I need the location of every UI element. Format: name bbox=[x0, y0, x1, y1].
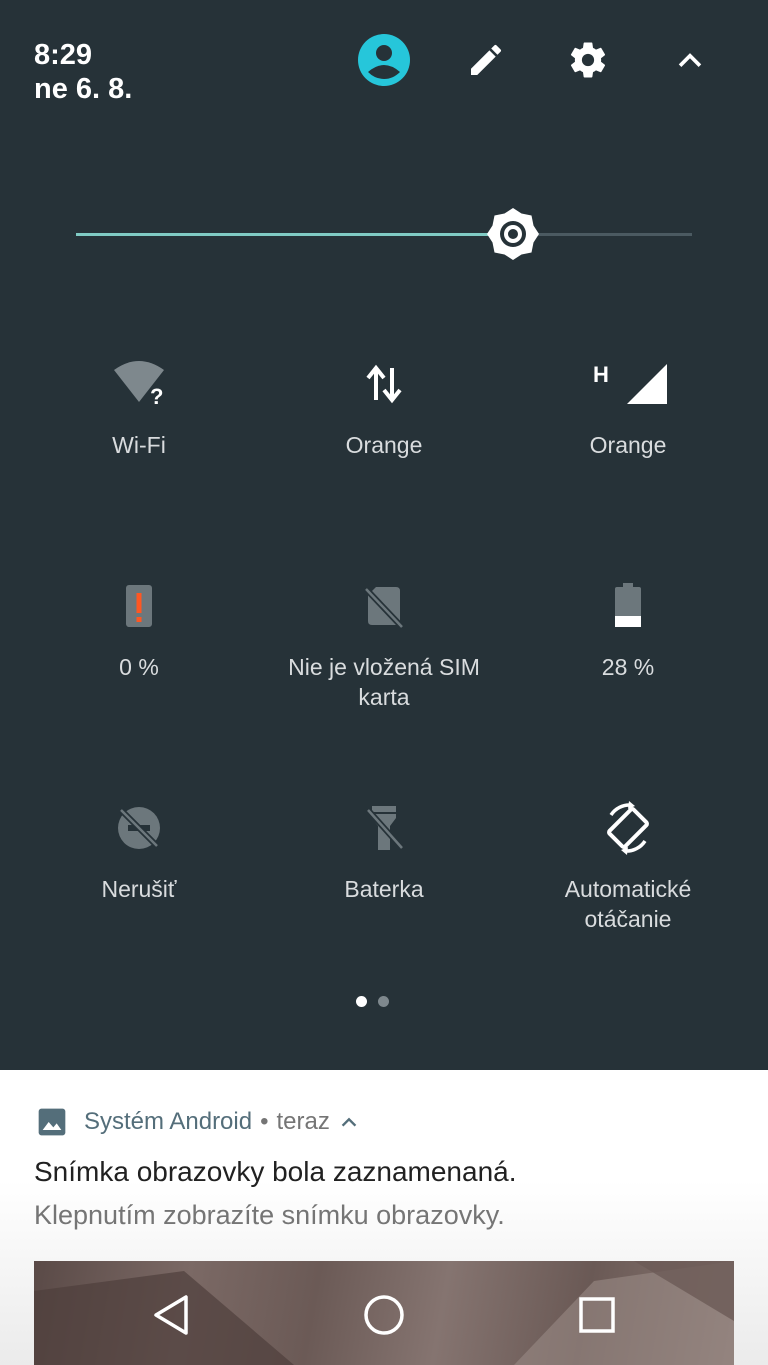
mobile-data-icon bbox=[354, 354, 414, 414]
image-icon bbox=[38, 1108, 66, 1136]
auto-rotate-icon bbox=[598, 798, 658, 858]
page-dot[interactable] bbox=[378, 996, 389, 1007]
brightness-fill bbox=[76, 233, 513, 236]
page-dot-active[interactable] bbox=[356, 996, 367, 1007]
page-indicator bbox=[356, 996, 396, 1008]
tile-mobile-data[interactable]: Orange bbox=[256, 354, 512, 554]
separator: • bbox=[260, 1108, 269, 1135]
tile-label: Nerušiť bbox=[101, 876, 177, 902]
tile-battery-alert[interactable]: 0 % bbox=[11, 576, 267, 776]
notification-app-name: Systém Android bbox=[84, 1108, 253, 1135]
date: ne 6. 8. bbox=[34, 73, 133, 105]
svg-text:?: ? bbox=[150, 384, 163, 408]
battery-alert-icon bbox=[109, 576, 169, 636]
back-button[interactable] bbox=[137, 1280, 207, 1350]
brightness-thumb[interactable] bbox=[485, 206, 541, 262]
edit-icon bbox=[471, 44, 502, 75]
notification-text: Klepnutím zobrazíte snímku obrazovky. bbox=[34, 1200, 505, 1230]
tile-label: 0 % bbox=[119, 654, 159, 680]
tile-sim[interactable]: Nie je vložená SIM karta bbox=[256, 576, 512, 776]
wifi-unknown-icon: ? bbox=[109, 354, 169, 414]
no-sim-icon bbox=[354, 576, 414, 636]
tile-battery[interactable]: 28 % bbox=[500, 576, 756, 776]
tile-flashlight[interactable]: Baterka bbox=[256, 798, 512, 998]
settings-icon bbox=[570, 42, 606, 78]
collapse-icon bbox=[678, 53, 702, 67]
back-icon bbox=[154, 1295, 188, 1335]
tile-cellular[interactable]: H Orange bbox=[500, 354, 756, 554]
network-type-badge: H bbox=[593, 362, 609, 387]
tile-label: Wi-Fi bbox=[112, 432, 166, 458]
flashlight-off-icon bbox=[354, 798, 414, 858]
notification-header: Systém Android • teraz bbox=[36, 1104, 360, 1140]
collapse-button[interactable] bbox=[660, 30, 720, 90]
cell-signal-icon: H bbox=[583, 354, 673, 414]
navigation-bar bbox=[0, 1262, 768, 1365]
recents-button[interactable] bbox=[562, 1280, 632, 1350]
tile-label: Orange bbox=[589, 432, 667, 458]
user-button[interactable] bbox=[354, 30, 414, 90]
tile-label: Baterka bbox=[344, 876, 424, 902]
brightness-slider[interactable] bbox=[76, 204, 692, 264]
edit-button[interactable] bbox=[456, 30, 516, 90]
tile-label: 28 % bbox=[601, 654, 655, 680]
home-icon bbox=[364, 1295, 404, 1335]
tile-label: Nie je vložená SIM karta bbox=[288, 654, 480, 710]
notification-title: Snímka obrazovky bola zaznamenaná. bbox=[34, 1156, 517, 1187]
tile-auto-rotate[interactable]: Automatické otáčanie bbox=[500, 798, 756, 998]
tile-do-not-disturb[interactable]: Nerušiť bbox=[11, 798, 267, 998]
do-not-disturb-off-icon bbox=[109, 798, 169, 858]
chevron-up-icon[interactable] bbox=[338, 1111, 360, 1133]
notification-time: teraz bbox=[276, 1108, 330, 1135]
tile-label: Automatické otáčanie bbox=[564, 876, 692, 932]
tile-wifi[interactable]: ? Wi-Fi bbox=[11, 354, 267, 554]
quick-settings-panel: 8:29 ne 6. 8. ? Wi-Fi Orange H Orange 0 … bbox=[0, 0, 768, 1070]
battery-icon bbox=[598, 576, 658, 636]
home-button[interactable] bbox=[349, 1280, 419, 1350]
recents-icon bbox=[579, 1297, 615, 1333]
clock: 8:29 bbox=[34, 39, 93, 71]
brightness-icon bbox=[487, 208, 539, 260]
user-icon bbox=[358, 34, 410, 86]
settings-button[interactable] bbox=[558, 30, 618, 90]
tile-label: Orange bbox=[345, 432, 423, 458]
